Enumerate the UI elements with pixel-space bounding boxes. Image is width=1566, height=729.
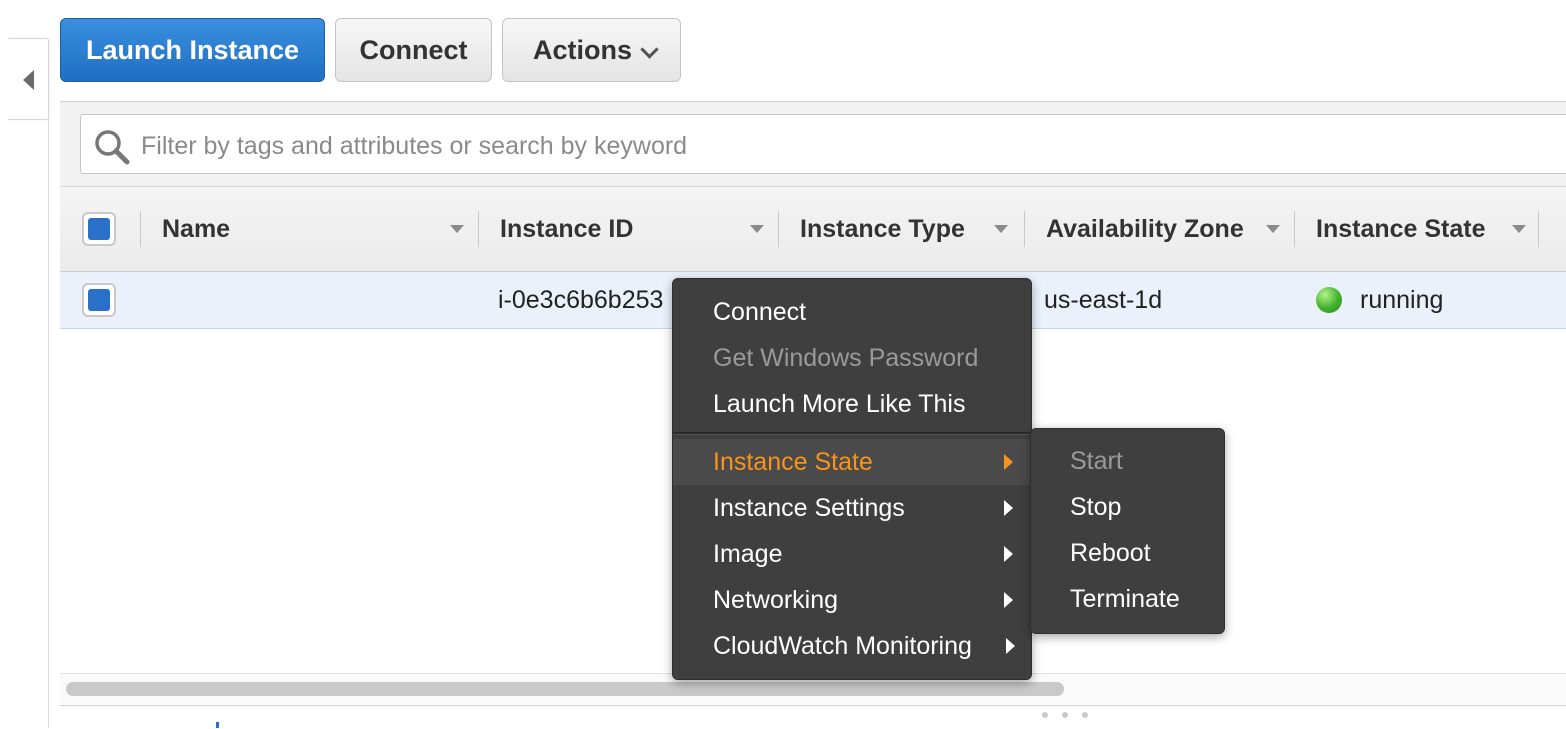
column-header-name[interactable]: Name bbox=[162, 187, 472, 271]
column-divider bbox=[140, 211, 141, 247]
resize-grip-dot[interactable] bbox=[1062, 712, 1068, 718]
menu-item-launch-more-like-this[interactable]: Launch More Like This bbox=[673, 381, 1031, 427]
menu-item-networking[interactable]: Networking bbox=[673, 577, 1031, 623]
connect-button[interactable]: Connect bbox=[335, 18, 492, 82]
column-header-instance-state[interactable]: Instance State bbox=[1316, 187, 1556, 271]
menu-item-cloudwatch-monitoring[interactable]: CloudWatch Monitoring bbox=[673, 623, 1031, 669]
submenu-arrow-icon bbox=[1004, 546, 1013, 562]
resize-grip-dot[interactable] bbox=[1082, 712, 1088, 718]
launch-instance-button[interactable]: Launch Instance bbox=[60, 18, 325, 82]
menu-item-instance-settings[interactable]: Instance Settings bbox=[673, 485, 1031, 531]
submenu-item-start: Start bbox=[1070, 446, 1123, 475]
menu-separator bbox=[673, 432, 1031, 435]
submenu-item-terminate[interactable]: Terminate bbox=[1031, 576, 1224, 622]
sidebar-divider bbox=[48, 118, 49, 728]
instance-state-submenu: Start Stop Reboot Terminate bbox=[1030, 428, 1225, 634]
column-header-label: Name bbox=[162, 214, 231, 243]
column-divider bbox=[1538, 211, 1539, 247]
menu-item-connect[interactable]: Connect bbox=[673, 289, 1031, 335]
submenu-arrow-icon bbox=[1004, 500, 1013, 516]
menu-item-label: Instance State bbox=[713, 447, 873, 476]
panel-divider bbox=[60, 705, 1566, 706]
menu-item-label: Instance Settings bbox=[713, 493, 905, 522]
cell-availability-zone: us-east-1d bbox=[1044, 285, 1163, 314]
search-box[interactable] bbox=[80, 114, 1566, 174]
select-all-checkbox[interactable] bbox=[82, 212, 116, 246]
scrollbar-thumb[interactable] bbox=[66, 682, 1064, 696]
cell-name bbox=[162, 272, 462, 328]
submenu-item-reboot[interactable]: Reboot bbox=[1031, 530, 1224, 576]
column-header-availability-zone[interactable]: Availability Zone bbox=[1046, 187, 1286, 271]
details-tab-edge bbox=[216, 722, 219, 728]
column-header-label: Availability Zone bbox=[1046, 214, 1244, 243]
column-header-label: Instance ID bbox=[500, 214, 634, 243]
column-divider bbox=[1294, 211, 1295, 247]
menu-item-label: Image bbox=[713, 539, 783, 568]
actions-button[interactable]: Actions bbox=[502, 18, 681, 82]
sort-caret-icon[interactable] bbox=[994, 225, 1008, 233]
menu-item-get-windows-password: Get Windows Password bbox=[713, 343, 979, 372]
actions-button-label: Actions bbox=[532, 34, 632, 65]
menu-item-image[interactable]: Image bbox=[673, 531, 1031, 577]
chevron-down-icon bbox=[640, 40, 659, 59]
search-input[interactable] bbox=[139, 125, 1543, 167]
running-status-icon bbox=[1316, 287, 1342, 313]
row-checkbox[interactable] bbox=[82, 283, 116, 317]
menu-item-label: CloudWatch Monitoring bbox=[713, 631, 972, 660]
table-header: Name Instance ID Instance Type Availabil… bbox=[60, 187, 1566, 272]
column-header-instance-id[interactable]: Instance ID bbox=[500, 187, 770, 271]
column-divider bbox=[478, 211, 479, 247]
collapse-left-icon bbox=[23, 70, 34, 90]
sort-caret-icon[interactable] bbox=[750, 225, 764, 233]
submenu-item-stop[interactable]: Stop bbox=[1031, 484, 1224, 530]
resize-grip-dot[interactable] bbox=[1042, 712, 1048, 718]
cell-instance-state: running bbox=[1360, 285, 1444, 314]
submenu-arrow-icon bbox=[1006, 638, 1015, 654]
sort-caret-icon[interactable] bbox=[1512, 225, 1526, 233]
search-bar bbox=[60, 102, 1566, 187]
menu-item-label: Networking bbox=[713, 585, 839, 614]
context-menu: Connect Get Windows Password Launch More… bbox=[672, 278, 1032, 680]
column-header-instance-type[interactable]: Instance Type bbox=[800, 187, 1020, 271]
checkbox-fill bbox=[88, 289, 110, 311]
checkbox-fill bbox=[88, 218, 110, 240]
column-divider bbox=[1024, 211, 1025, 247]
sort-caret-icon[interactable] bbox=[1266, 225, 1280, 233]
search-icon bbox=[95, 130, 130, 165]
sidebar-collapse-tab[interactable] bbox=[8, 38, 49, 120]
sort-caret-icon[interactable] bbox=[450, 225, 464, 233]
submenu-arrow-icon bbox=[1004, 454, 1013, 470]
column-header-label: Instance Type bbox=[800, 214, 965, 243]
column-header-label: Instance State bbox=[1316, 214, 1486, 243]
menu-item-instance-state[interactable]: Instance State bbox=[673, 439, 1031, 485]
submenu-arrow-icon bbox=[1004, 592, 1013, 608]
column-divider bbox=[778, 211, 779, 247]
